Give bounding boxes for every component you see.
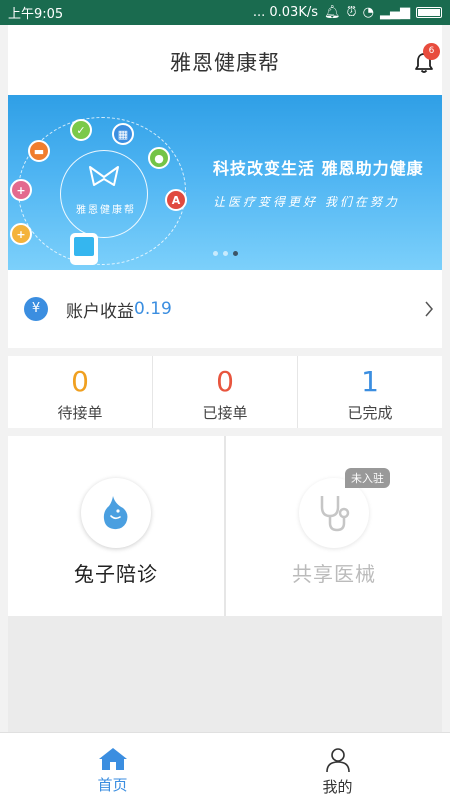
account-value: 0.19	[134, 299, 172, 319]
carousel-dot-active[interactable]	[233, 251, 238, 256]
notification-badge: 6	[423, 43, 440, 60]
carousel-dot[interactable]	[213, 251, 218, 256]
status-time: 上午9:05	[8, 7, 64, 22]
nav-home-label: 首页	[97, 776, 128, 794]
first-aid-icon: +	[10, 223, 32, 245]
hospital-building-icon: ▦	[112, 123, 134, 145]
empty-area	[8, 616, 442, 732]
alarm-icon: ⏰︎	[346, 5, 357, 20]
stethoscope-icon	[320, 496, 350, 532]
wifi-icon: ◔	[362, 5, 374, 20]
stat-accepted[interactable]: 0 已接单	[153, 356, 298, 428]
doctor-icon: ●	[148, 147, 170, 169]
service-icon-circle	[81, 478, 151, 548]
not-joined-tag: 未入驻	[345, 468, 390, 488]
service-shared-equipment[interactable]: 未入驻 共享医械	[226, 436, 442, 616]
service-name: 共享医械	[292, 562, 376, 586]
stat-value: 1	[361, 365, 379, 398]
pill-icon: ▬	[28, 140, 50, 162]
service-rabbit-escort[interactable]: 兔子陪诊	[8, 436, 226, 616]
service-name: 兔子陪诊	[74, 562, 158, 586]
brand-logo-icon	[89, 166, 119, 186]
banner-brand: 雅恩健康帮	[76, 205, 136, 216]
service-icon-circle	[299, 478, 369, 548]
app-header: 雅恩健康帮 6	[8, 25, 442, 95]
check-icon: ✓	[70, 119, 92, 141]
stat-label: 已完成	[347, 404, 393, 422]
medical-kit-icon: +	[10, 179, 32, 201]
status-bar: 上午9:05 ... 0.03K/s 🔔︎ ⏰︎ ◔ ▂▄▆	[0, 0, 450, 25]
rabbit-drop-icon	[103, 496, 128, 530]
signal-icon: ▂▄▆	[380, 5, 410, 20]
network-speed: ... 0.03K/s	[252, 5, 318, 20]
stat-label: 已接单	[202, 404, 248, 422]
hospital-icon: A	[165, 189, 187, 211]
status-icons: ... 0.03K/s 🔔︎ ⏰︎ ◔ ▂▄▆	[253, 5, 442, 20]
nav-mine[interactable]: 我的	[225, 733, 450, 800]
nav-home[interactable]: 首页	[0, 733, 225, 800]
promo-banner[interactable]: 雅恩健康帮 ▬ ✓ ▦ ● A + + 科技改变生活 雅恩助力健康 让医疗变得更…	[8, 95, 442, 270]
user-icon	[325, 748, 350, 773]
stat-value: 0	[71, 365, 89, 398]
battery-icon	[416, 7, 442, 18]
home-icon	[98, 748, 127, 770]
account-earnings-row[interactable]: ¥ 账户收益 0.19	[8, 270, 442, 348]
order-stats: 0 待接单 0 已接单 1 已完成	[8, 356, 442, 428]
stat-value: 0	[216, 365, 234, 398]
service-grid: 兔子陪诊 未入驻 共享医械	[8, 436, 442, 616]
phone-illustration	[70, 233, 98, 265]
stat-completed[interactable]: 1 已完成	[298, 356, 442, 428]
stat-label: 待接单	[57, 404, 103, 422]
page-title: 雅恩健康帮	[170, 51, 280, 75]
mute-icon: 🔔︎	[324, 5, 341, 20]
bottom-nav: 首页 我的	[0, 732, 450, 800]
banner-slogan: 让医疗变得更好 我们在努力	[213, 195, 400, 209]
chevron-right-icon	[425, 301, 433, 317]
account-label: 账户收益	[66, 301, 134, 322]
banner-headline: 科技改变生活 雅恩助力健康	[213, 159, 424, 178]
nav-mine-label: 我的	[322, 778, 353, 796]
stat-pending[interactable]: 0 待接单	[8, 356, 153, 428]
yen-icon: ¥	[24, 297, 48, 321]
carousel-indicator	[213, 251, 238, 256]
carousel-dot[interactable]	[223, 251, 228, 256]
